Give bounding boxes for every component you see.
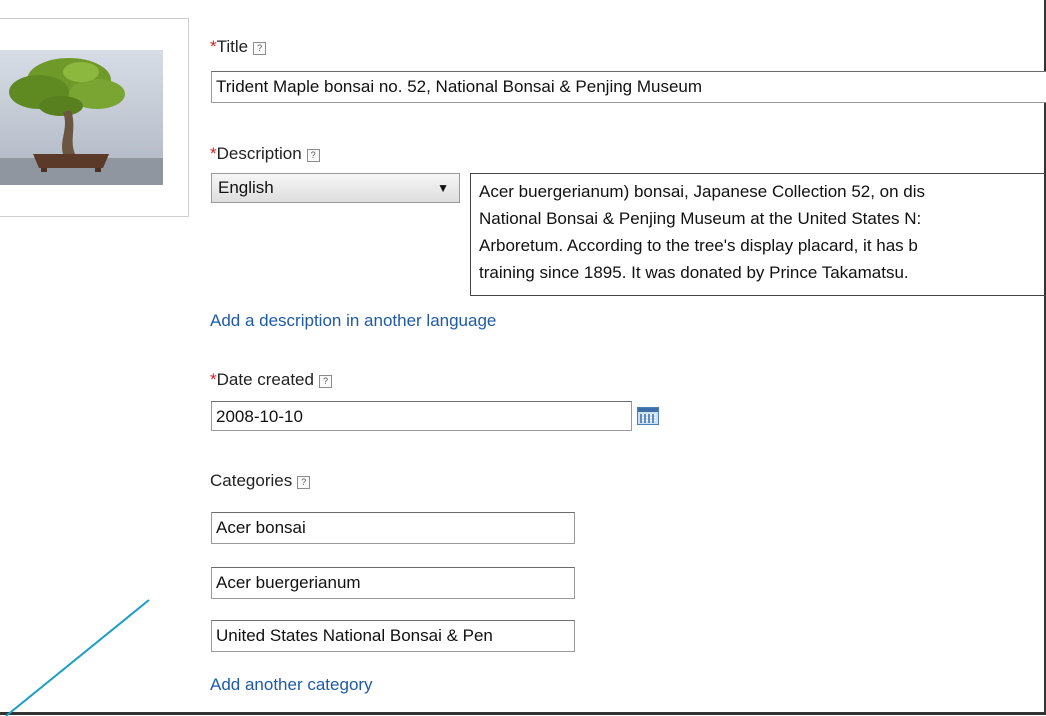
description-label: *Description? — [210, 144, 320, 164]
description-line: Acer buergerianum) bonsai, Japanese Coll… — [479, 182, 926, 201]
required-mark: * — [210, 144, 217, 163]
description-help-icon[interactable]: ? — [306, 149, 320, 162]
title-help-icon[interactable]: ? — [253, 42, 267, 55]
required-mark: * — [210, 37, 217, 56]
category-input-2[interactable]: Acer buergerianum — [211, 567, 575, 599]
date-created-input[interactable]: 2008-10-10 — [211, 401, 632, 431]
category-input-1[interactable]: Acer bonsai — [211, 512, 575, 544]
date-created-label: *Date created? — [210, 370, 332, 390]
description-line: National Bonsai & Penjing Museum at the … — [479, 209, 922, 228]
title-input[interactable]: Trident Maple bonsai no. 52, National Bo… — [211, 71, 1046, 103]
image-thumbnail-frame — [0, 18, 189, 217]
dropdown-arrow-icon: ▼ — [437, 181, 449, 195]
description-line: Arboretum. According to the tree's displ… — [479, 236, 918, 255]
bonsai-thumbnail-image — [0, 50, 163, 185]
categories-label-text: Categories — [210, 471, 293, 490]
language-select-value: English — [218, 178, 274, 197]
add-category-link[interactable]: Add another category — [210, 675, 373, 695]
add-description-language-link[interactable]: Add a description in another language — [210, 311, 496, 331]
title-label-text: Title — [216, 37, 249, 56]
required-mark: * — [210, 370, 217, 389]
date-created-label-text: Date created — [216, 370, 314, 389]
description-label-text: Description — [216, 144, 302, 163]
description-textarea[interactable]: Acer buergerianum) bonsai, Japanese Coll… — [470, 173, 1046, 296]
title-label: *Title? — [210, 37, 267, 57]
date-help-icon[interactable]: ? — [318, 375, 332, 388]
description-line: training since 1895. It was donated by P… — [479, 263, 909, 282]
description-language-select[interactable]: English ▼ — [211, 173, 460, 203]
categories-label: Categories? — [210, 471, 311, 491]
calendar-icon[interactable] — [637, 407, 659, 425]
categories-help-icon[interactable]: ? — [297, 476, 311, 489]
category-input-3[interactable]: United States National Bonsai & Pen — [211, 620, 575, 652]
